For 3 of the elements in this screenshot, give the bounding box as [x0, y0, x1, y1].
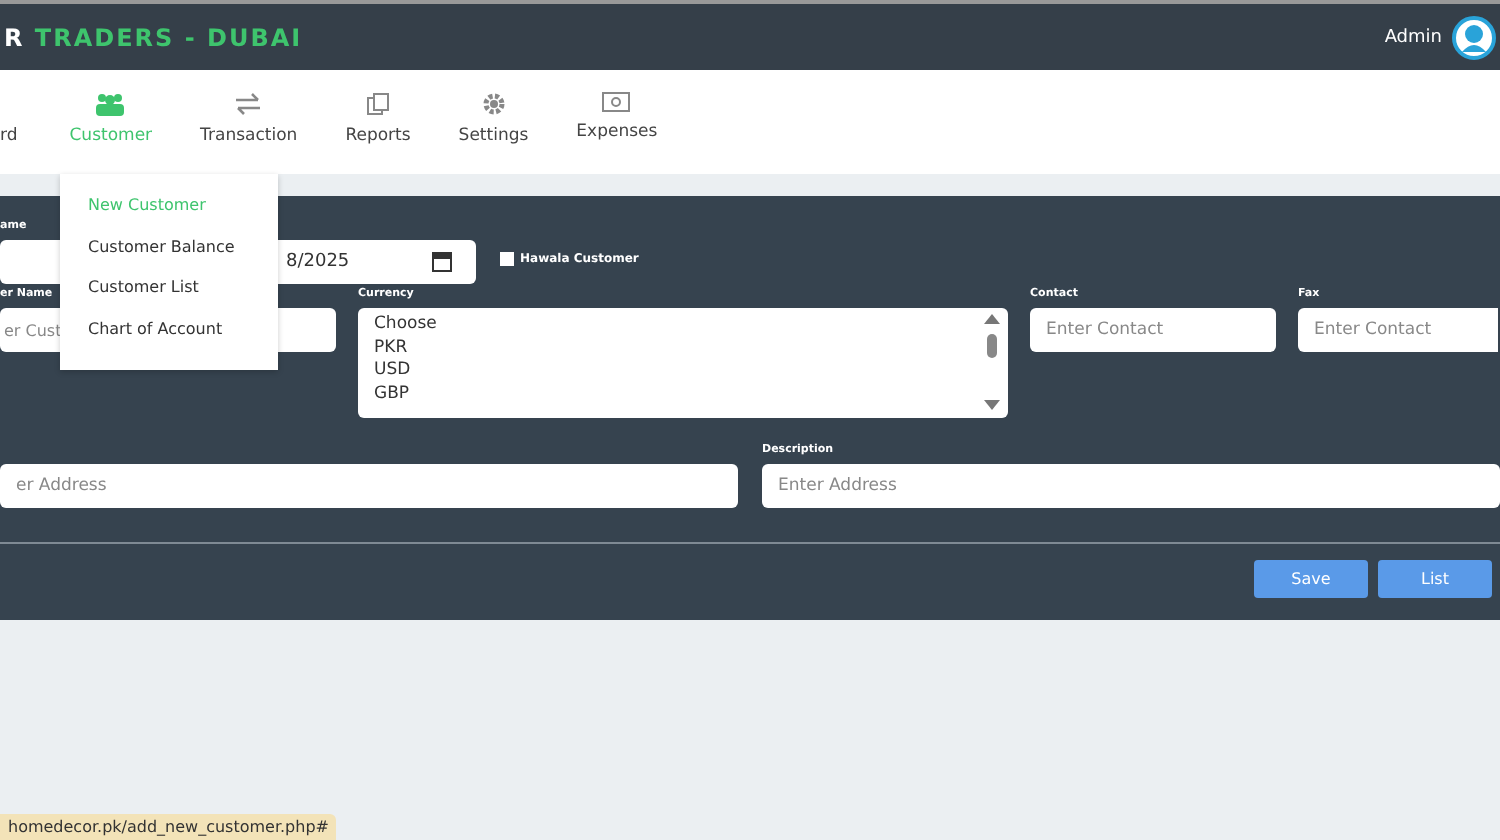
user-name: Admin — [1384, 27, 1442, 47]
brand-title: R TRADERS - DUBAI — [4, 23, 303, 51]
status-url: homedecor.pk/add_new_customer.php# — [0, 814, 337, 840]
